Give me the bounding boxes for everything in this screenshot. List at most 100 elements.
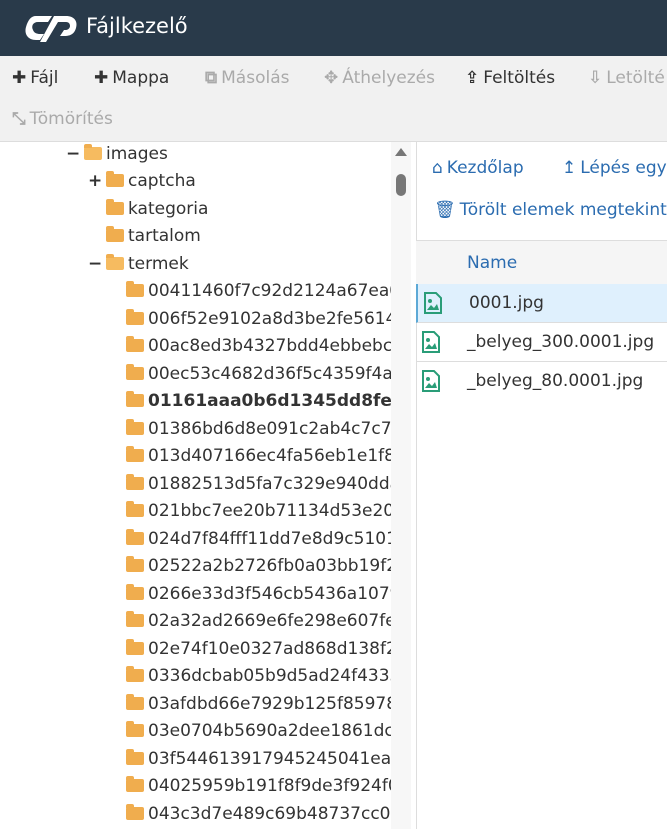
tree-item-folder[interactable]: 01882513d5fa7c329e940dda9 <box>126 470 391 497</box>
compress-button[interactable]: ⤡ Tömörítés <box>12 109 113 129</box>
tree-item-folder[interactable]: 043c3d7e489c69b48737cc0c9 <box>126 800 391 827</box>
tree-scrollbar[interactable] <box>391 142 411 829</box>
image-file-icon <box>424 292 442 314</box>
tree-item-kategoria[interactable]: kategoria <box>88 195 208 222</box>
file-name: _belyeg_300.0001.jpg <box>467 332 655 352</box>
compress-label: Tömörítés <box>29 109 113 129</box>
name-column-header[interactable]: Name <box>467 253 517 273</box>
level-up-icon: ↥ <box>562 158 577 178</box>
tree-item-folder[interactable]: 006f52e9102a8d3be2fe5614f4 <box>126 305 391 332</box>
tree-item-folder[interactable]: 03afdbd66e7929b125f8597834 <box>126 690 391 717</box>
move-label: Áthelyezés <box>342 68 435 88</box>
folder-icon <box>126 666 144 682</box>
new-file-button[interactable]: ✚ Fájl <box>12 68 58 88</box>
tree-item-label: 0336dcbab05b9d5ad24f4333c <box>148 665 391 686</box>
tree-item-label: 013d407166ec4fa56eb1e1f8cb <box>148 445 391 466</box>
folder-icon <box>126 419 144 435</box>
tree-item-tartalom[interactable]: tartalom <box>88 222 201 249</box>
tree-item-label: 02e74f10e0327ad868d138f2b <box>148 638 391 659</box>
new-folder-button[interactable]: ✚ Mappa <box>94 68 169 88</box>
tree-item-termek[interactable]: − termek <box>88 250 189 277</box>
tree-item-folder[interactable]: 03e0704b5690a2dee1861dc3a <box>126 717 391 744</box>
copy-icon: ⧉ <box>205 68 218 88</box>
tree-item-folder[interactable]: 0336dcbab05b9d5ad24f4333c <box>126 662 391 689</box>
new-folder-label: Mappa <box>112 68 170 88</box>
tree-item-label: images <box>106 143 168 164</box>
tree-item-label: 02522a2b2726fb0a03bb19f2c <box>148 555 391 576</box>
new-file-label: Fájl <box>30 68 59 88</box>
copy-label: Másolás <box>221 68 290 88</box>
folder-icon <box>126 556 144 572</box>
tree-item-captcha[interactable]: + captcha <box>88 167 196 194</box>
image-file-icon <box>422 331 440 353</box>
tree-item-label: 00411460f7c92d2124a67ea0fa <box>148 280 391 301</box>
tree-item-folder[interactable]: 024d7f84fff11dd7e8d9c51013 <box>126 525 391 552</box>
folder-icon <box>126 474 144 490</box>
folder-icon <box>126 529 144 545</box>
up-one-level-link[interactable]: ↥ Lépés egy s <box>562 158 667 178</box>
folder-icon <box>126 336 144 352</box>
file-name: 0001.jpg <box>469 293 544 313</box>
tree-item-label: 00ec53c4682d36f5c4359f4ae7 <box>148 363 391 384</box>
folder-icon <box>106 171 124 187</box>
scrollbar-thumb[interactable] <box>396 174 406 196</box>
tree-item-folder[interactable]: 02a32ad2669e6fe298e607fe7 <box>126 607 391 634</box>
file-name: _belyeg_80.0001.jpg <box>467 371 644 391</box>
folder-icon <box>106 199 124 215</box>
scroll-up-arrow-icon[interactable] <box>395 148 407 156</box>
tree-item-folder[interactable]: 02e74f10e0327ad868d138f2b <box>126 635 391 662</box>
tree-item-folder[interactable]: 00ec53c4682d36f5c4359f4ae7 <box>126 360 391 387</box>
view-trash-link[interactable]: 🗑 Törölt elemek megtekintés <box>434 200 667 220</box>
upload-button[interactable]: ⇪ Feltöltés <box>465 68 555 88</box>
app-title: Fájlkezelő <box>86 14 188 38</box>
tree-item-folder[interactable]: 00ac8ed3b4327bdd4ebbebcb <box>126 332 391 359</box>
tree-item-folder[interactable]: 0266e33d3f546cb5436a107981 <box>126 580 391 607</box>
home-icon: ⌂ <box>432 158 443 178</box>
home-label: Kezdőlap <box>446 158 524 178</box>
tree-item-folder[interactable]: 01386bd6d8e091c2ab4c7c7de <box>126 415 391 442</box>
move-icon: ✥ <box>324 68 339 88</box>
trash-label: Törölt elemek megtekintés <box>459 200 667 220</box>
table-header: Name <box>416 240 667 285</box>
tree-item-folder[interactable]: 013d407166ec4fa56eb1e1f8cb <box>126 442 391 469</box>
tree-item-label: termek <box>128 253 189 274</box>
plus-icon: ✚ <box>12 68 27 88</box>
tree-item-label: 04025959b191f8f9de3f924f09 <box>148 775 391 796</box>
up-label: Lépés egy s <box>580 158 667 178</box>
tree-item-label: kategoria <box>128 198 209 219</box>
plus-icon: ✚ <box>94 68 109 88</box>
tree-item-folder[interactable]: 03f544613917945245041ea15 <box>126 745 391 772</box>
folder-tree: − images + captcha kategoria tartalom − … <box>0 142 391 829</box>
table-row[interactable]: 0001.jpg <box>416 284 667 323</box>
home-link[interactable]: ⌂ Kezdőlap <box>432 158 524 178</box>
tree-item-label: 01882513d5fa7c329e940dda9 <box>148 473 391 494</box>
tree-item-label: 00ac8ed3b4327bdd4ebbebcb <box>148 335 391 356</box>
tree-item-images[interactable]: − images <box>66 142 168 167</box>
folder-open-icon <box>106 254 124 270</box>
folder-icon <box>126 776 144 792</box>
tree-item-folder[interactable]: 02522a2b2726fb0a03bb19f2c <box>126 552 391 579</box>
folder-icon <box>126 804 144 820</box>
download-icon: ⇩ <box>588 68 603 88</box>
folder-icon <box>106 226 124 242</box>
tree-item-label: 024d7f84fff11dd7e8d9c51013 <box>148 528 391 549</box>
download-button[interactable]: ⇩ Letölté <box>588 68 665 88</box>
download-label: Letölté <box>606 68 665 88</box>
collapse-icon[interactable]: − <box>88 254 102 274</box>
expand-icon[interactable]: + <box>88 171 102 191</box>
move-button[interactable]: ✥ Áthelyezés <box>324 68 435 88</box>
tree-item-label: 03afdbd66e7929b125f8597834 <box>148 693 391 714</box>
tree-item-folder[interactable]: 021bbc7ee20b71134d53e2021 <box>126 497 391 524</box>
toolbar: ✚ Fájl ✚ Mappa ⧉ Másolás ✥ Áthelyezés ⇪ … <box>0 56 667 142</box>
collapse-icon[interactable]: − <box>66 144 80 164</box>
copy-button[interactable]: ⧉ Másolás <box>205 68 289 88</box>
tree-item-label: 0266e33d3f546cb5436a107981 <box>148 583 391 604</box>
table-row[interactable]: _belyeg_300.0001.jpg <box>416 323 667 362</box>
tree-item-folder[interactable]: 00411460f7c92d2124a67ea0fa <box>126 277 391 304</box>
tree-item-folder-current[interactable]: 01161aaa0b6d1345dd8fe4e4 <box>126 387 391 414</box>
table-row[interactable]: _belyeg_80.0001.jpg <box>416 362 667 400</box>
tree-item-label: tartalom <box>128 225 201 246</box>
tree-item-folder[interactable]: 04025959b191f8f9de3f924f09 <box>126 772 391 799</box>
folder-icon <box>126 694 144 710</box>
tree-item-label: 006f52e9102a8d3be2fe5614f4 <box>148 308 391 329</box>
